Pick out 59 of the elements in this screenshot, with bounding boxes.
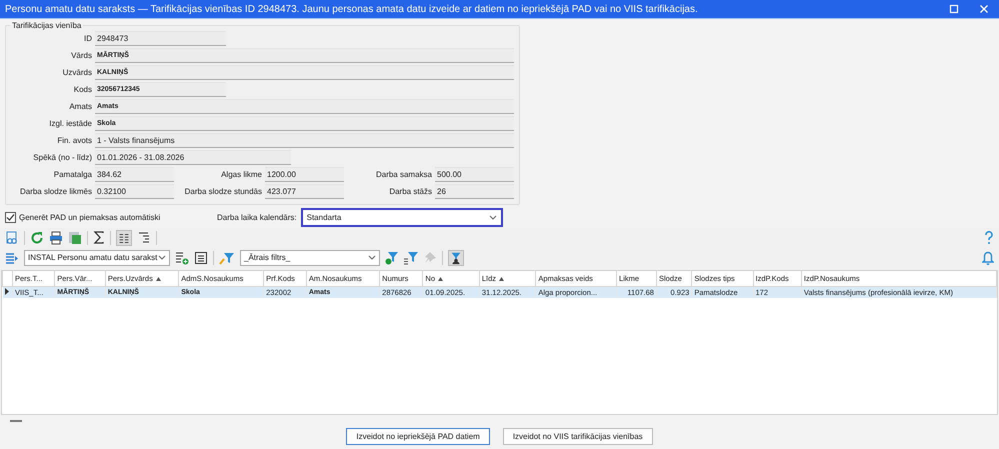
tree-view-icon[interactable] <box>137 230 151 244</box>
link-icon[interactable] <box>5 230 19 244</box>
add-filter-icon[interactable] <box>385 250 399 264</box>
sum-icon[interactable] <box>93 231 105 244</box>
field-label: Izgl. iestāde <box>48 119 93 128</box>
value-field: 423.077 <box>265 184 344 199</box>
caret-icon[interactable] <box>158 255 166 260</box>
value-field: 1200.00 <box>265 167 344 182</box>
value-field: 26 <box>435 184 514 199</box>
grid-view-icon[interactable] <box>116 230 132 246</box>
caret-icon[interactable] <box>368 255 376 260</box>
field-label: Darba stāžs <box>388 187 433 196</box>
layout-dropdown[interactable]: INSTAL Personu amatu datu sarakst <box>24 250 170 266</box>
export-icon[interactable] <box>68 230 82 244</box>
add-layout-icon[interactable] <box>175 250 189 264</box>
print-icon[interactable] <box>49 230 63 244</box>
field-label: Pamatalga <box>52 170 93 179</box>
row-pointer-icon <box>4 288 8 295</box>
checkbox[interactable] <box>5 212 16 222</box>
field-label: Spēkā (no - līdz) <box>32 153 93 162</box>
maximize-icon[interactable] <box>949 4 959 14</box>
bell-icon[interactable] <box>982 250 994 264</box>
value-field: 2948473 <box>95 31 226 46</box>
sort-arrow-icon <box>156 277 161 282</box>
group-title: Tarifikācijas vienība <box>11 21 82 30</box>
help-icon[interactable] <box>984 230 994 244</box>
quick-filter-dropdown[interactable]: _Ātrais filtrs_ <box>240 250 380 266</box>
value-field: 01.01.2026 - 31.08.2026 <box>95 150 291 165</box>
field-label: Fin. avots <box>56 136 93 145</box>
field-label: Algas likme <box>220 170 263 179</box>
value-field: 500.00 <box>435 167 514 182</box>
field-label: Vārds <box>70 51 93 60</box>
field-label: Darba slodze likmēs <box>18 187 93 196</box>
layout-icon[interactable] <box>5 250 19 264</box>
field-label: Darba samaksa <box>374 170 433 179</box>
field-label: Darba laika kalendārs: <box>217 212 297 222</box>
window-title: Personu amatu datu saraksts — Tarifikācijas vienības ID 2948473. Jaunu personas amata datu izveide ar datiem no iepriekšējā PAD vai no VIIS tarifikācijas. <box>5 4 699 14</box>
action-button[interactable]: Izveidot no iepriekšējā PAD datiem <box>346 428 490 445</box>
field-label: ID <box>83 34 93 43</box>
value-field: 384.62 <box>95 167 174 182</box>
sort-arrow-icon <box>499 277 504 282</box>
list-icon[interactable] <box>194 250 208 264</box>
sort-arrow-icon <box>438 277 444 282</box>
checkbox-label: Ģenerēt PAD un piemaksas automātiski <box>19 212 160 222</box>
field-label: Darba slodze stundās <box>184 187 263 196</box>
value-field: 1 - Valsts finansējums <box>95 133 514 148</box>
refresh-icon[interactable] <box>30 230 44 244</box>
calendar-dropdown[interactable]: Standarta <box>300 208 503 226</box>
filter-edit-icon[interactable] <box>219 250 235 264</box>
value-field: 0.32100 <box>95 184 174 199</box>
user-filter-icon[interactable] <box>448 250 464 266</box>
field-label: Kods <box>72 85 93 94</box>
caret-icon[interactable] <box>488 214 497 220</box>
filter-list-icon[interactable] <box>404 250 418 264</box>
field-label: Uzvārds <box>62 68 93 77</box>
field-label: Amats <box>68 102 93 111</box>
action-button[interactable]: Izveidot no VIIS tarifikācijas vienības <box>502 428 653 445</box>
close-icon[interactable] <box>979 4 989 14</box>
splitter-handle[interactable] <box>10 420 22 422</box>
